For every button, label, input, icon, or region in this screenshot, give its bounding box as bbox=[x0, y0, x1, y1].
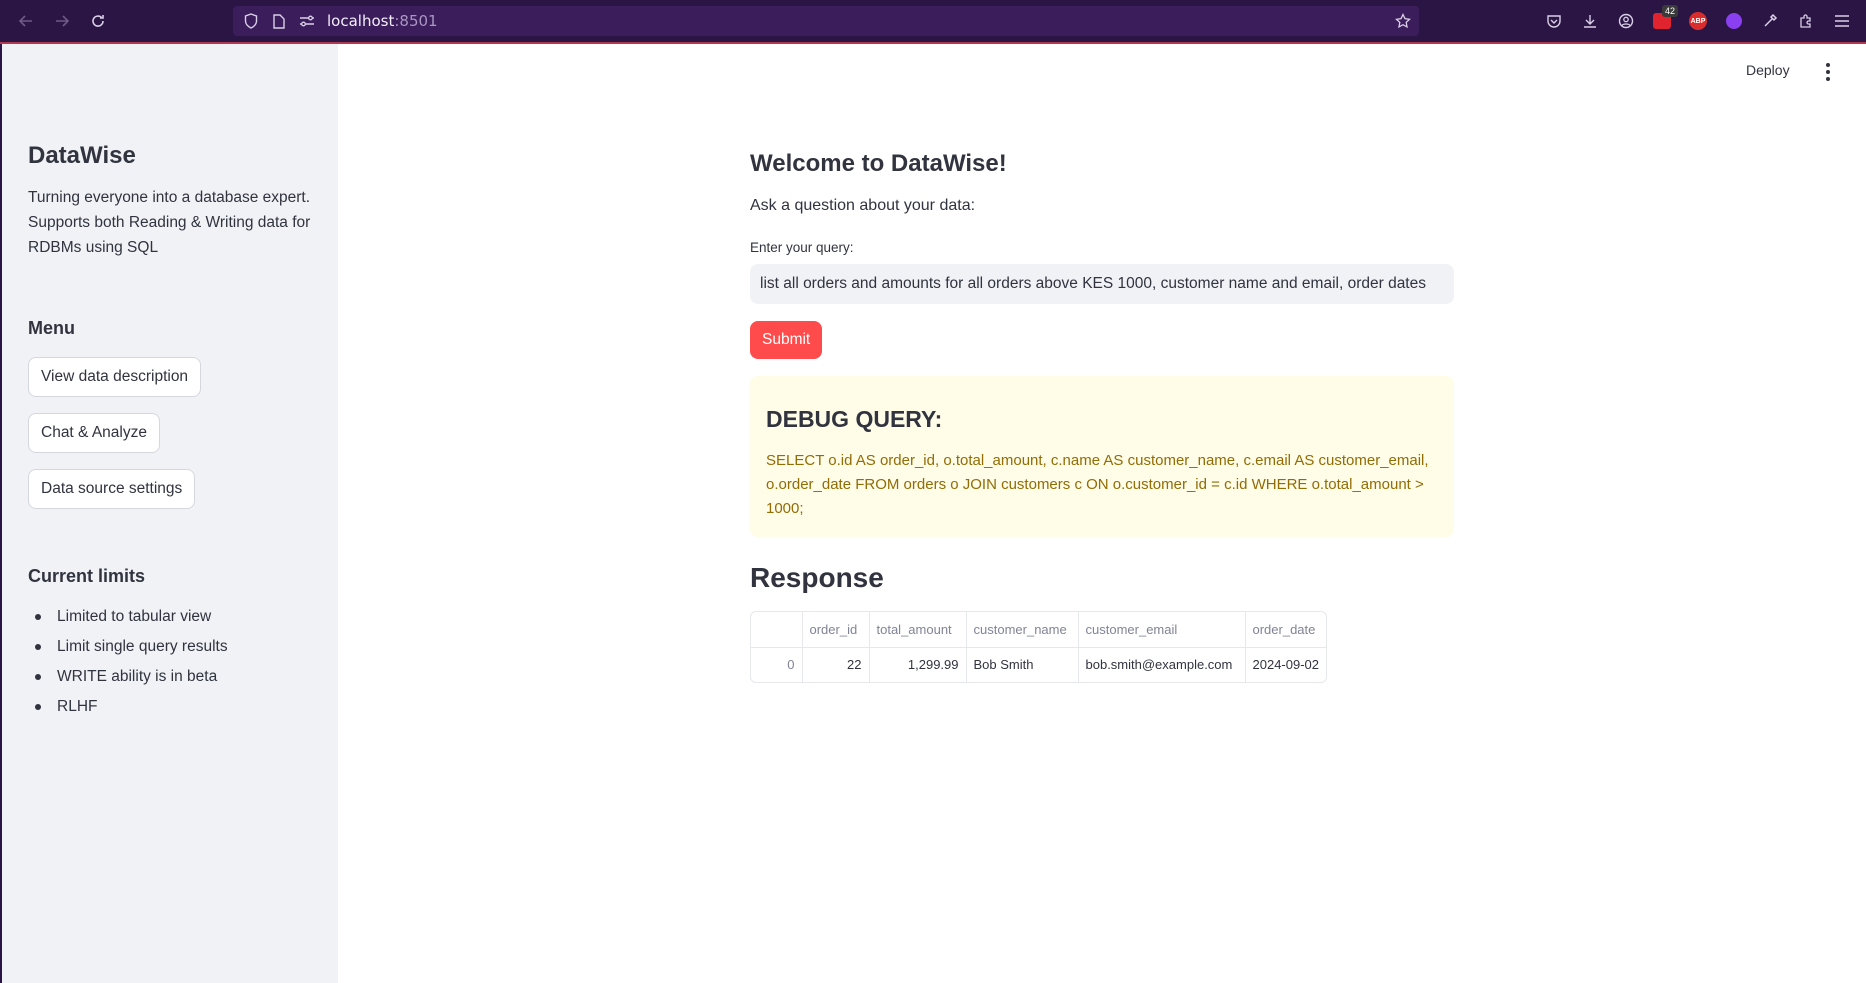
reload-button[interactable] bbox=[80, 3, 116, 39]
table-cell[interactable]: 0 bbox=[751, 647, 803, 682]
response-table[interactable]: order_id total_amount customer_name cust… bbox=[750, 611, 1327, 683]
app-description: Turning everyone into a database expert.… bbox=[28, 189, 311, 256]
puzzle-icon[interactable] bbox=[1788, 3, 1824, 39]
column-header[interactable]: total_amount bbox=[869, 612, 967, 648]
deploy-button[interactable]: Deploy bbox=[1746, 62, 1790, 78]
table-cell[interactable]: 22 bbox=[802, 647, 870, 682]
extension-badge: 42 bbox=[1661, 5, 1678, 17]
browser-toolbar: localhost:8501 42 ABP bbox=[0, 0, 1866, 42]
table-cell[interactable]: bob.smith@example.com bbox=[1078, 647, 1246, 682]
reload-icon bbox=[92, 15, 104, 27]
url-text[interactable]: localhost:8501 bbox=[327, 12, 438, 30]
welcome-heading: Welcome to DataWise! bbox=[750, 150, 1007, 177]
list-item: WRITE ability is in beta bbox=[28, 662, 228, 692]
column-header[interactable] bbox=[751, 612, 803, 648]
menu-heading: Menu bbox=[28, 318, 75, 338]
table-cell[interactable]: 2024-09-02 bbox=[1245, 647, 1326, 682]
query-label: Enter your query: bbox=[750, 240, 854, 255]
data-source-settings-button[interactable]: Data source settings bbox=[28, 469, 196, 509]
table-cell[interactable]: Bob Smith bbox=[966, 647, 1079, 682]
arrow-right-icon bbox=[56, 15, 70, 27]
submit-button[interactable]: Submit bbox=[750, 321, 823, 359]
extension-purple-icon[interactable] bbox=[1716, 3, 1752, 39]
table-header-row: order_id total_amount customer_name cust… bbox=[751, 612, 1326, 648]
sidebar: DataWise Turning everyone into a databas… bbox=[0, 44, 338, 983]
limits-heading: Current limits bbox=[28, 566, 146, 586]
hamburger-menu-icon[interactable] bbox=[1824, 3, 1860, 39]
shield-icon[interactable] bbox=[237, 6, 265, 36]
address-bar[interactable]: localhost:8501 bbox=[233, 6, 1419, 36]
view-data-description-button[interactable]: View data description bbox=[28, 357, 202, 397]
page-icon[interactable] bbox=[265, 6, 293, 36]
main-menu-icon[interactable] bbox=[1820, 62, 1836, 82]
limits-list: Limited to tabular view Limit single que… bbox=[28, 602, 228, 722]
extensions-area: 42 ABP bbox=[1536, 0, 1866, 42]
column-header[interactable]: order_id bbox=[802, 612, 870, 648]
eyedropper-icon[interactable] bbox=[1752, 3, 1788, 39]
extension-red-icon[interactable]: 42 bbox=[1644, 3, 1680, 39]
table-cell[interactable]: 1,299.99 bbox=[869, 647, 967, 682]
back-button[interactable] bbox=[8, 3, 44, 39]
bookmark-star-icon[interactable] bbox=[1395, 6, 1411, 36]
list-item: Limited to tabular view bbox=[28, 602, 228, 632]
adblock-label: ABP bbox=[1689, 12, 1707, 30]
debug-sql: SELECT o.id AS order_id, o.total_amount,… bbox=[766, 452, 1429, 517]
adblock-icon[interactable]: ABP bbox=[1680, 3, 1716, 39]
app-title: DataWise bbox=[28, 142, 136, 169]
ask-prompt: Ask a question about your data: bbox=[750, 197, 976, 214]
column-header[interactable]: order_date bbox=[1245, 612, 1326, 648]
forward-button[interactable] bbox=[44, 3, 80, 39]
response-heading: Response bbox=[750, 562, 884, 593]
permissions-icon[interactable] bbox=[293, 6, 321, 36]
debug-query-box: DEBUG QUERY: SELECT o.id AS order_id, o.… bbox=[750, 376, 1454, 537]
chat-analyze-button[interactable]: Chat & Analyze bbox=[28, 413, 160, 453]
list-item: Limit single query results bbox=[28, 632, 228, 662]
column-header[interactable]: customer_name bbox=[966, 612, 1079, 648]
pocket-icon[interactable] bbox=[1536, 3, 1572, 39]
download-icon[interactable] bbox=[1572, 3, 1608, 39]
column-header[interactable]: customer_email bbox=[1078, 612, 1246, 648]
query-input[interactable]: list all orders and amounts for all orde… bbox=[750, 264, 1454, 304]
debug-heading: DEBUG QUERY: bbox=[766, 406, 943, 432]
arrow-left-icon bbox=[18, 15, 32, 27]
account-icon[interactable] bbox=[1608, 3, 1644, 39]
url-port: :8501 bbox=[394, 12, 438, 30]
list-item: RLHF bbox=[28, 692, 228, 722]
table-row: 0 22 1,299.99 Bob Smith bob.smith@exampl… bbox=[751, 647, 1326, 682]
url-host: localhost bbox=[327, 12, 395, 30]
